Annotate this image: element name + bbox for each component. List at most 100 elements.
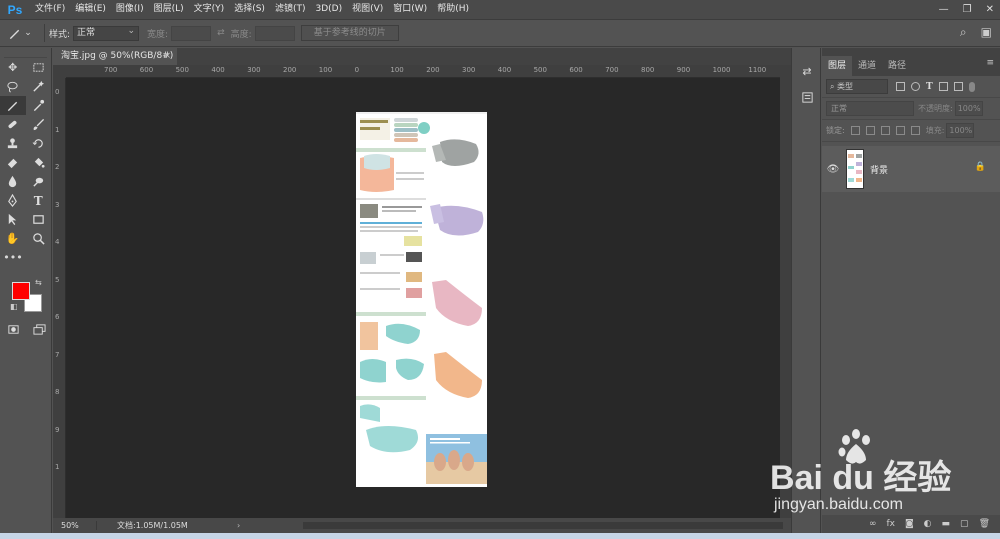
layer-filter-select[interactable]: ⌕ 类型 (826, 79, 888, 94)
menu-item[interactable]: 窗口(W) (388, 0, 432, 19)
menu-item[interactable]: 视图(V) (347, 0, 388, 19)
lock-pixels-icon[interactable] (865, 126, 875, 135)
adjustment-filter-icon[interactable] (911, 82, 920, 91)
ruler-tick-label: 600 (569, 66, 583, 74)
quick-mask-icon[interactable] (0, 320, 26, 339)
rectangle-tool-icon[interactable] (26, 210, 52, 229)
eyedropper-tool-icon[interactable] (26, 96, 52, 115)
type-filter-icon[interactable]: T (926, 82, 933, 92)
lock-all-icon[interactable] (910, 126, 920, 135)
document-image[interactable] (356, 112, 487, 487)
tools-panel: ✥ T ✋ ••• ⇆ ◧ (0, 48, 52, 539)
path-selection-tool-icon[interactable] (0, 210, 26, 229)
filter-toggle-icon[interactable] (968, 81, 975, 92)
menu-item[interactable]: 选择(S) (229, 0, 270, 19)
horizontal-ruler[interactable]: 700 600 500 400 300 200 100 0 100 200 300 400 500 600… (66, 65, 780, 78)
blend-mode-select[interactable]: 正常 (826, 101, 914, 116)
close-icon[interactable]: ✕ (986, 4, 994, 15)
adjustment-layer-icon[interactable]: ◐ (924, 519, 932, 529)
tool-preset-picker[interactable]: ⌄ (0, 27, 40, 40)
close-tab-icon[interactable]: × (163, 48, 171, 65)
ruler-tick-label: 0 (354, 66, 360, 74)
lock-transparent-icon[interactable] (850, 126, 860, 135)
restore-icon[interactable]: ❐ (963, 4, 972, 15)
window-controls: — ❐ ✕ (939, 0, 994, 19)
menu-item[interactable]: 文字(Y) (189, 0, 230, 19)
blur-tool-icon[interactable] (0, 172, 26, 191)
layer-style-icon[interactable]: fx (886, 519, 895, 529)
lasso-tool-icon[interactable] (0, 77, 26, 96)
clone-stamp-tool-icon[interactable] (0, 134, 26, 153)
new-group-icon[interactable]: ▬ (942, 519, 951, 529)
tab-layers[interactable]: 图层 (822, 56, 853, 76)
menu-item[interactable]: 文件(F) (30, 0, 70, 19)
add-mask-icon[interactable]: ◙ (905, 519, 914, 529)
swap-icon[interactable]: ⇄ (217, 28, 225, 38)
menu-item[interactable]: 帮助(H) (432, 0, 474, 19)
link-layers-icon[interactable]: ∞ (869, 519, 877, 529)
smart-object-filter-icon[interactable] (953, 82, 963, 91)
type-tool-icon[interactable]: T (26, 191, 52, 210)
panel-toggle-icon[interactable]: ⇄ (792, 60, 822, 82)
magic-wand-tool-icon[interactable] (26, 77, 52, 96)
panel-grip[interactable] (4, 48, 47, 58)
vertical-ruler[interactable]: 0 1 2 3 4 5 6 7 8 9 1 (53, 78, 66, 518)
foreground-color-swatch[interactable] (12, 282, 30, 300)
horizontal-scrollbar[interactable] (303, 522, 783, 529)
screen-mode-icon[interactable] (26, 320, 52, 339)
history-panel-icon[interactable] (792, 86, 822, 108)
hand-tool-icon[interactable]: ✋ (0, 229, 26, 248)
marquee-tool-icon[interactable] (26, 58, 52, 77)
ruler-tick-label: 900 (676, 66, 691, 74)
fill-field[interactable]: 100% (946, 123, 975, 138)
eraser-tool-icon[interactable] (0, 153, 26, 172)
slices-from-guides-button[interactable]: 基于参考线的切片 (300, 25, 399, 41)
ruler-tick-label: 300 (462, 66, 476, 74)
brush-tool-icon[interactable] (26, 115, 52, 134)
more-tools-icon[interactable]: ••• (0, 248, 26, 267)
pen-tool-icon[interactable] (0, 191, 26, 210)
move-tool-icon[interactable]: ✥ (0, 58, 26, 77)
workspace-icon[interactable]: ▣ (981, 25, 992, 40)
layer-row[interactable]: 👁 背景 🔒 (822, 146, 1000, 192)
layer-name[interactable]: 背景 (870, 163, 888, 176)
canvas-area[interactable] (66, 78, 780, 518)
height-field[interactable] (254, 25, 295, 41)
menu-item[interactable]: 图像(I) (111, 0, 149, 19)
paint-bucket-tool-icon[interactable] (26, 153, 52, 172)
default-colors-icon[interactable]: ◧ (10, 302, 18, 311)
dodge-tool-icon[interactable] (26, 172, 52, 191)
width-field[interactable] (171, 25, 212, 41)
new-layer-icon[interactable]: ▢ (960, 519, 969, 529)
opacity-field[interactable]: 100% (954, 101, 983, 116)
style-select[interactable]: 正常 (73, 25, 140, 41)
document-tab[interactable]: 淘宝.jpg @ 50%(RGB/8#) × (53, 48, 177, 65)
swap-colors-icon[interactable]: ⇆ (35, 278, 42, 287)
lock-position-icon[interactable] (880, 126, 890, 135)
visibility-eye-icon[interactable]: 👁 (822, 164, 844, 175)
menu-item[interactable]: 编辑(E) (70, 0, 111, 19)
tab-channels[interactable]: 通道 (852, 56, 882, 76)
slice-tool-icon[interactable] (0, 96, 26, 115)
ruler-corner[interactable] (53, 65, 66, 78)
ruler-tick-label: 1000 (712, 66, 731, 74)
history-brush-tool-icon[interactable] (26, 134, 52, 153)
pixel-filter-icon[interactable] (896, 82, 905, 91)
menu-item[interactable]: 3D(D) (310, 0, 347, 19)
menu-item[interactable]: 滤镜(T) (270, 0, 311, 19)
panel-menu-icon[interactable]: ≡ (986, 58, 994, 68)
minimize-icon[interactable]: — (939, 4, 949, 15)
shape-filter-icon[interactable] (938, 82, 948, 91)
width-label: 宽度: (147, 29, 169, 40)
delete-layer-icon[interactable]: 🗑 (979, 519, 990, 529)
zoom-level[interactable]: 50% (53, 521, 97, 530)
status-menu-icon[interactable]: › (237, 521, 240, 530)
zoom-tool-icon[interactable] (26, 229, 52, 248)
search-icon[interactable]: ⌕ (960, 25, 967, 40)
healing-brush-tool-icon[interactable] (0, 115, 26, 134)
vertical-scrollbar[interactable] (780, 65, 791, 518)
tab-paths[interactable]: 路径 (882, 56, 912, 76)
lock-artboard-icon[interactable] (895, 126, 905, 135)
layer-filter-value: 类型 (837, 82, 854, 91)
menu-item[interactable]: 图层(L) (149, 0, 189, 19)
